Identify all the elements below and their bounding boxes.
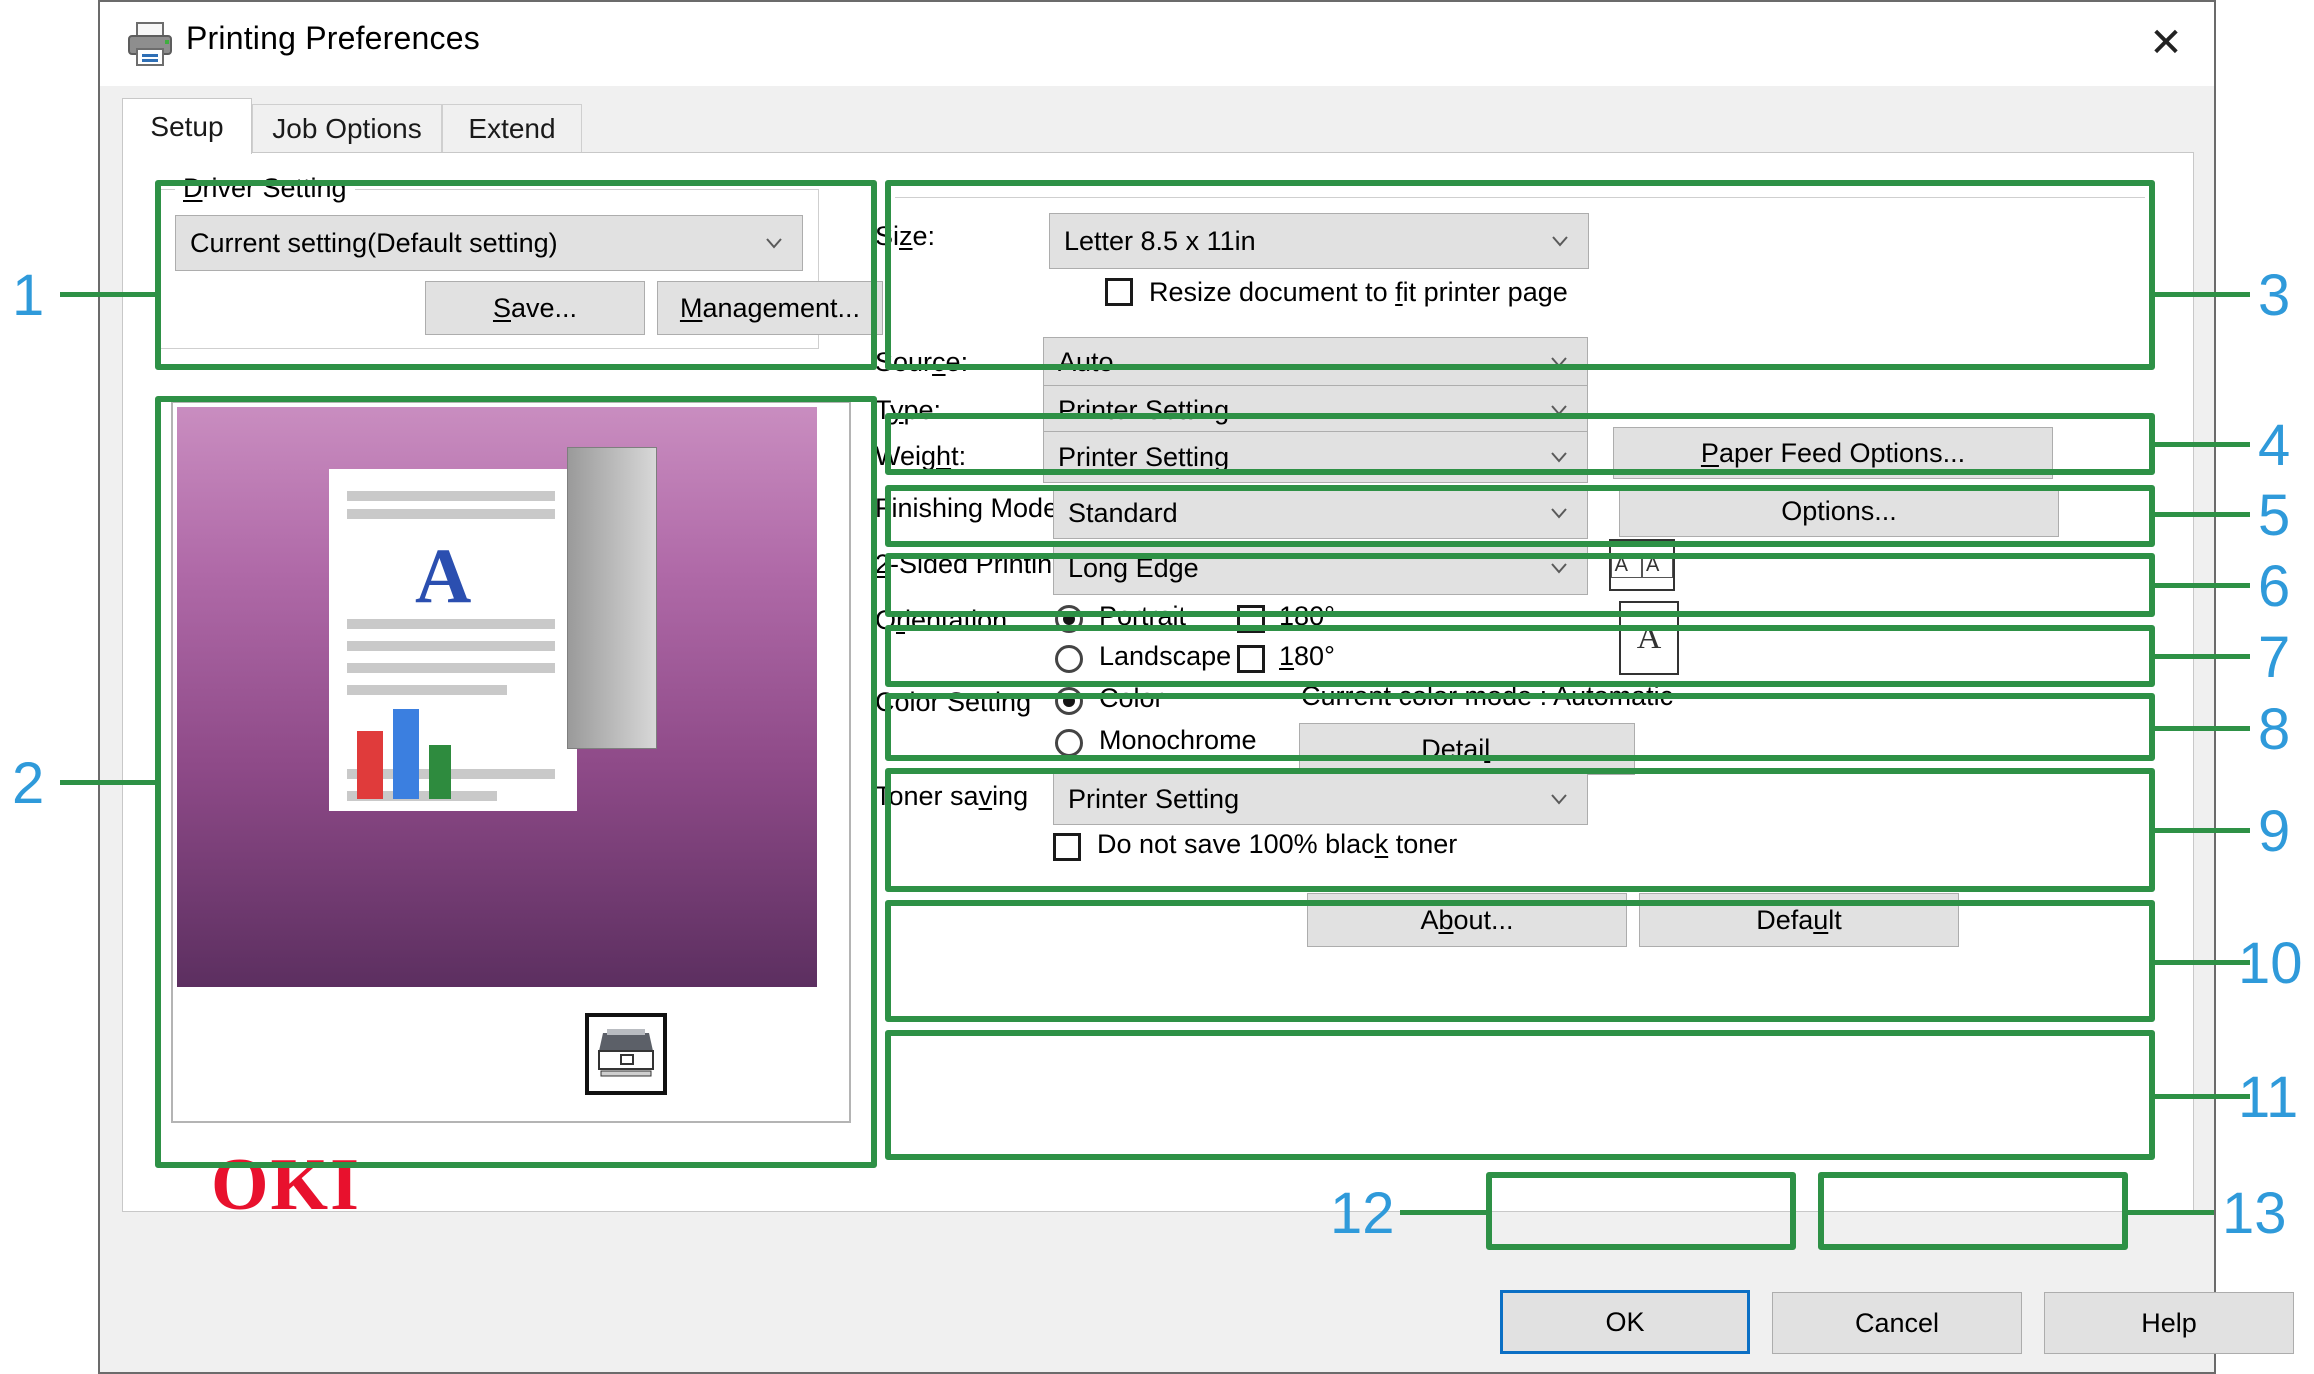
annotation-number-6: 6 — [2258, 553, 2290, 620]
tab-job-options-label: Job Options — [272, 113, 421, 145]
annotation-box-11 — [885, 1030, 2155, 1160]
window-title: Printing Preferences — [186, 20, 480, 57]
annotation-number-7: 7 — [2258, 624, 2290, 691]
close-icon[interactable]: ✕ — [2128, 12, 2204, 74]
cancel-button[interactable]: Cancel — [1772, 1292, 2022, 1354]
leader-11 — [2155, 1094, 2250, 1099]
annotation-number-11: 11 — [2238, 1064, 2298, 1131]
annotation-number-12: 12 — [1330, 1180, 1395, 1247]
annotation-box-2 — [155, 396, 877, 1168]
annotation-box-3 — [885, 180, 2155, 370]
annotation-box-13 — [1818, 1172, 2128, 1250]
annotation-box-7 — [885, 625, 2155, 687]
printer-icon — [124, 18, 176, 70]
leader-1 — [60, 292, 155, 297]
annotation-number-3: 3 — [2258, 262, 2290, 329]
annotation-box-10 — [885, 900, 2155, 1022]
leader-4 — [2155, 442, 2250, 447]
annotation-box-8 — [885, 693, 2155, 761]
annotation-number-8: 8 — [2258, 696, 2290, 763]
tab-setup[interactable]: Setup — [122, 98, 252, 154]
tab-extend-label: Extend — [468, 113, 555, 145]
leader-6 — [2155, 583, 2250, 588]
annotation-box-6 — [885, 553, 2155, 617]
annotation-number-13: 13 — [2222, 1180, 2287, 1247]
title-bar: Printing Preferences ✕ — [100, 2, 2214, 86]
leader-13 — [2128, 1210, 2214, 1215]
annotation-number-1: 1 — [12, 262, 44, 329]
annotation-box-1 — [155, 180, 877, 370]
leader-10 — [2155, 960, 2250, 965]
annotation-box-5 — [885, 485, 2155, 547]
leader-7 — [2155, 654, 2250, 659]
tab-setup-label: Setup — [150, 111, 223, 143]
leader-8 — [2155, 726, 2250, 731]
leader-2 — [60, 780, 155, 785]
tab-job-options[interactable]: Job Options — [252, 104, 442, 152]
annotation-number-9: 9 — [2258, 798, 2290, 865]
help-button[interactable]: Help — [2044, 1292, 2294, 1354]
tab-extend[interactable]: Extend — [442, 104, 582, 152]
annotation-box-4 — [885, 413, 2155, 475]
leader-12 — [1400, 1210, 1486, 1215]
annotation-number-10: 10 — [2238, 930, 2303, 997]
leader-5 — [2155, 512, 2250, 517]
annotation-number-2: 2 — [12, 750, 44, 817]
annotation-box-9 — [885, 768, 2155, 892]
leader-9 — [2155, 828, 2250, 833]
annotation-number-4: 4 — [2258, 412, 2290, 479]
annotation-box-12 — [1486, 1172, 1796, 1250]
annotation-number-5: 5 — [2258, 482, 2290, 549]
ok-button[interactable]: OK — [1500, 1290, 1750, 1354]
leader-3 — [2155, 292, 2250, 297]
